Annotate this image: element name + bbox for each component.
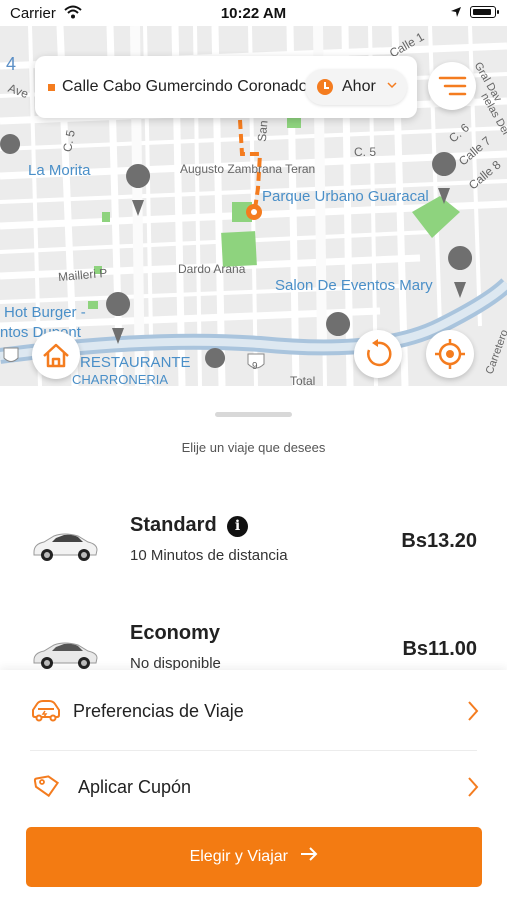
options-divider [30,750,477,751]
chevron-down-icon [387,82,397,89]
ride-price: Bs11.00 [402,638,477,660]
locate-icon [435,339,465,369]
trip-preferences-label: Preferencias de Viaje [73,701,244,721]
menu-icon [438,76,467,96]
departure-time-selector[interactable]: Ahor [305,69,407,105]
location-arrow-icon [451,7,461,17]
choose-and-ride-label: Elegir y Viajar [189,848,288,865]
ride-option-standard[interactable]: Standard i 10 Minutos de distancia Bs13.… [0,514,507,584]
choose-and-ride-button[interactable]: Elegir y Viajar [26,827,482,887]
ride-price: Bs13.20 [401,530,477,552]
map-label-restaurante: RESTAURANTE [80,354,191,371]
destination-marker-icon [48,84,55,91]
map-label-san: San [254,119,271,143]
battery-icon [470,6,499,18]
chevron-right-icon [468,777,479,797]
sheet-title: Elije un viaje que desees [181,440,326,455]
map-label-salon: Salon De Eventos Mary [275,277,433,294]
map-label-charroneria: CHARRONERIA [72,372,169,386]
map-label-la-morita: La Morita [28,162,91,179]
trip-preferences-row[interactable]: Preferencias de Viaje [30,684,480,740]
recent-trips-button[interactable] [354,330,402,378]
destination-text[interactable]: Calle Cabo Gumercindo Coronado [62,78,338,96]
map-label-dardo: Dardo Arana [178,262,246,276]
sheet-drag-handle[interactable] [215,412,292,417]
map-label-route9: 9 [252,361,258,372]
car-economy-image [33,642,98,669]
arrow-right-icon [301,847,318,861]
home-icon [43,343,69,368]
map-label-augusto: Augusto Zambrana Teran [180,162,316,176]
map-label-total: Total [290,374,316,386]
status-bar: Carrier 10:22 AM [0,0,507,26]
home-button[interactable] [32,331,80,379]
departure-time-label: Ahor [342,78,376,95]
clock-icon [317,79,333,95]
info-icon[interactable]: i [227,516,248,537]
locate-me-button[interactable] [426,330,474,378]
car-standard-image [33,533,98,561]
tag-icon [33,775,60,798]
map-label-parque: Parque Urbano Guaracal [262,188,429,205]
history-icon [367,339,392,367]
ride-name: Standard [130,514,217,536]
destination-card[interactable]: Calle Cabo Gumercindo Coronado Ahor [35,56,417,118]
apply-coupon-row[interactable]: Aplicar Cupón [30,760,480,816]
car-icon [32,700,60,722]
menu-button[interactable] [428,62,476,110]
ride-eta: 10 Minutos de distancia [130,547,288,564]
status-time: 10:22 AM [220,5,287,22]
map-label-hot-burger: Hot Burger - [4,304,86,321]
chevron-right-icon [468,701,479,721]
ride-name: Economy [130,622,221,644]
apply-coupon-label: Aplicar Cupón [78,777,192,797]
map-label-num4: 4 [6,54,17,74]
map-label-c5: C. 5 [354,145,377,159]
